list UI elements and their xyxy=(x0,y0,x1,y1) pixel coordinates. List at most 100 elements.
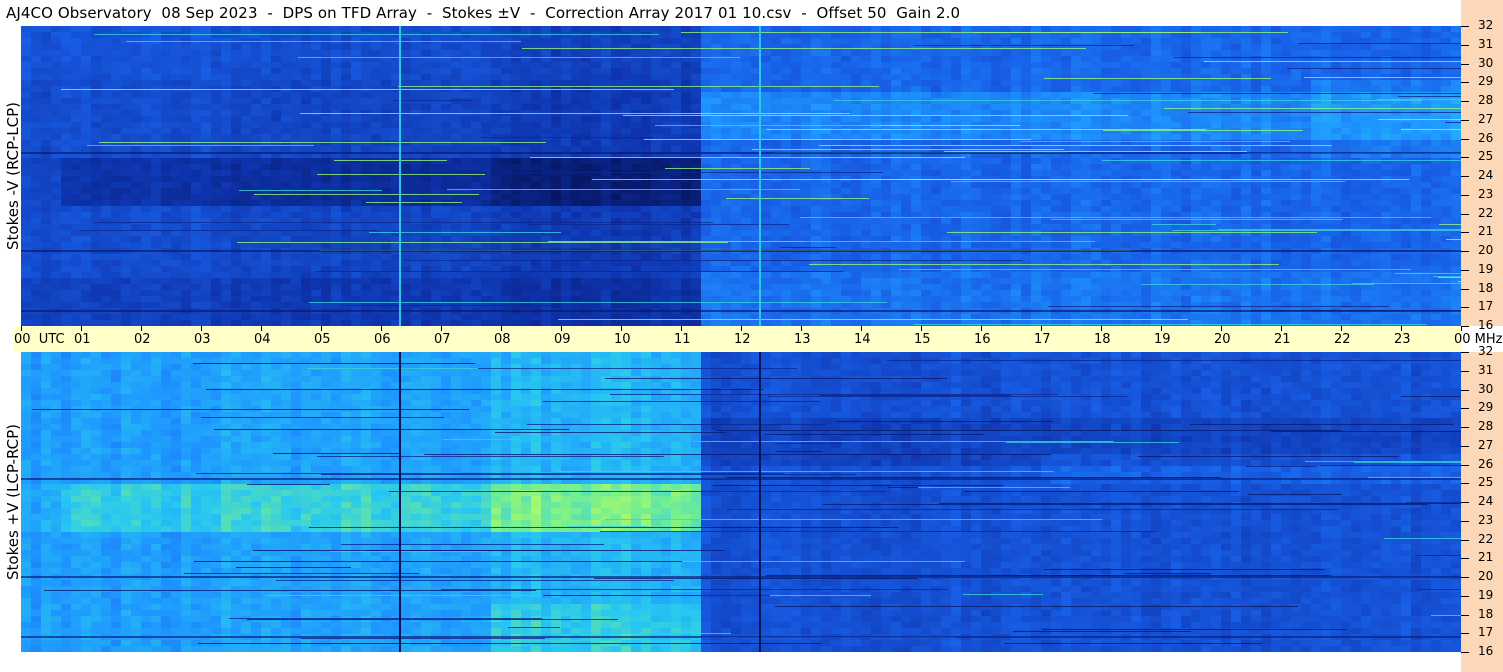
stokes-minus-v-spectrogram xyxy=(21,26,1461,326)
freq-tick-mark xyxy=(1461,63,1469,65)
time-tick-mark xyxy=(1221,326,1222,331)
freq-tick-mark xyxy=(1461,614,1469,616)
freq-tick-label: 19 xyxy=(1478,261,1494,276)
time-tick-mark xyxy=(261,326,262,331)
freq-tick-label: 32 xyxy=(1478,18,1494,32)
freq-tick-label: 28 xyxy=(1478,93,1494,107)
time-tick-label: 17 xyxy=(1034,332,1051,347)
time-tick-label: 20 xyxy=(1214,332,1231,347)
freq-tick-mark xyxy=(1461,389,1469,391)
time-tick-mark xyxy=(981,326,982,331)
time-tick-label: 15 xyxy=(914,332,931,347)
time-tick-mark xyxy=(1341,326,1342,331)
freq-tick-label: 21 xyxy=(1478,550,1494,565)
time-tick-label: 11 xyxy=(674,332,691,347)
freq-tick-label: 28 xyxy=(1478,419,1494,433)
time-tick-label: 04 xyxy=(254,332,271,347)
freq-tick-mark xyxy=(1461,213,1469,215)
freq-tick-label: 25 xyxy=(1478,149,1494,164)
freq-tick-mark xyxy=(1461,633,1469,635)
time-tick-mark xyxy=(621,326,622,331)
freq-tick-mark xyxy=(1461,595,1469,597)
freq-tick-mark xyxy=(1461,307,1469,309)
bottom-frequency-axis: 32 31 30 29 28 27 26 25 24 23 22 21 20 19 18 17 16 xyxy=(1461,344,1503,672)
freq-tick-mark xyxy=(1461,251,1469,252)
freq-tick-label: 22 xyxy=(1478,531,1494,546)
freq-tick-mark xyxy=(1461,157,1469,159)
freq-tick-label: 24 xyxy=(1478,494,1494,508)
time-tick-mark xyxy=(21,326,22,331)
time-tick-mark xyxy=(801,326,802,331)
freq-tick-label: 24 xyxy=(1478,168,1494,182)
freq-tick-mark xyxy=(1461,194,1469,196)
freq-tick-mark xyxy=(1461,577,1469,578)
freq-tick-mark xyxy=(1461,176,1469,177)
freq-tick-mark xyxy=(1461,82,1469,84)
freq-tick-label: 17 xyxy=(1478,299,1494,314)
freq-tick-label: 25 xyxy=(1478,475,1494,490)
freq-tick-mark xyxy=(1461,483,1469,485)
time-tick-mark xyxy=(561,326,562,331)
freq-tick-mark xyxy=(1461,652,1469,653)
time-tick-mark xyxy=(441,326,442,331)
time-tick-label: 09 xyxy=(554,332,571,347)
time-tick-label: 19 xyxy=(1154,332,1171,347)
freq-tick-label: 23 xyxy=(1478,512,1494,527)
freq-tick-mark xyxy=(1461,44,1469,46)
freq-tick-label: 22 xyxy=(1478,205,1494,220)
time-tick-mark xyxy=(1101,326,1102,331)
freq-tick-label: 26 xyxy=(1478,456,1494,471)
freq-tick-label: 18 xyxy=(1478,280,1494,295)
time-tick-mark xyxy=(921,326,922,331)
time-tick-mark xyxy=(1161,326,1162,331)
freq-tick-label: 23 xyxy=(1478,186,1494,201)
freq-tick-label: 30 xyxy=(1478,55,1494,70)
stokes-plus-v-spectrogram xyxy=(21,352,1461,652)
time-tick-label: 12 xyxy=(734,332,751,347)
freq-tick-mark xyxy=(1461,119,1469,121)
freq-tick-label: 27 xyxy=(1478,111,1494,126)
top-frequency-axis: 32 31 30 29 28 27 26 25 24 23 22 21 20 19 18 17 16 xyxy=(1461,0,1503,332)
time-tick-mark xyxy=(861,326,862,331)
time-tick-label: 13 xyxy=(794,332,811,347)
time-tick-label: 10 xyxy=(614,332,631,347)
time-tick-label: 08 xyxy=(494,332,511,347)
freq-tick-mark xyxy=(1461,427,1469,428)
freq-tick-label: 29 xyxy=(1478,400,1494,415)
time-tick-label: 06 xyxy=(374,332,391,347)
freq-tick-mark xyxy=(1461,138,1469,140)
freq-tick-label: 20 xyxy=(1478,243,1494,257)
time-tick-label: 07 xyxy=(434,332,451,347)
freq-tick-label: 17 xyxy=(1478,625,1494,640)
time-tick-mark xyxy=(1401,326,1402,331)
time-tick-label: 18 xyxy=(1094,332,1111,347)
freq-tick-label: 16 xyxy=(1478,644,1494,658)
utc-time-axis: 00 UTC 01 02 03 04 05 06 07 08 09 10 11 12 13 14 15 16 17… xyxy=(14,326,1503,352)
freq-tick-label: 31 xyxy=(1478,36,1494,51)
time-tick-label: 05 xyxy=(314,332,331,347)
freq-tick-mark xyxy=(1461,288,1469,290)
time-tick-label: 16 xyxy=(974,332,991,347)
time-tick-mark xyxy=(201,326,202,331)
freq-tick-label: 26 xyxy=(1478,130,1494,145)
time-tick-label: 14 xyxy=(854,332,871,347)
freq-tick-mark xyxy=(1461,408,1469,410)
time-tick-label: 00 UTC xyxy=(14,332,65,347)
time-tick-mark xyxy=(141,326,142,331)
freq-tick-label: 31 xyxy=(1478,362,1494,377)
freq-tick-label: 19 xyxy=(1478,587,1494,602)
freq-tick-label: 30 xyxy=(1478,381,1494,396)
time-tick-label: 23 xyxy=(1394,332,1411,347)
time-tick-label: 22 xyxy=(1334,332,1351,347)
freq-tick-mark xyxy=(1461,445,1469,447)
chart-title: AJ4CO Observatory 08 Sep 2023 - DPS on T… xyxy=(6,4,961,22)
freq-tick-mark xyxy=(1461,269,1469,271)
freq-tick-mark xyxy=(1461,26,1469,27)
freq-tick-mark xyxy=(1461,370,1469,372)
time-tick-mark xyxy=(381,326,382,331)
freq-tick-mark xyxy=(1461,520,1469,522)
freq-tick-mark xyxy=(1461,464,1469,466)
freq-tick-mark xyxy=(1461,101,1469,102)
time-tick-mark xyxy=(81,326,82,331)
freq-tick-label: 21 xyxy=(1478,224,1494,239)
